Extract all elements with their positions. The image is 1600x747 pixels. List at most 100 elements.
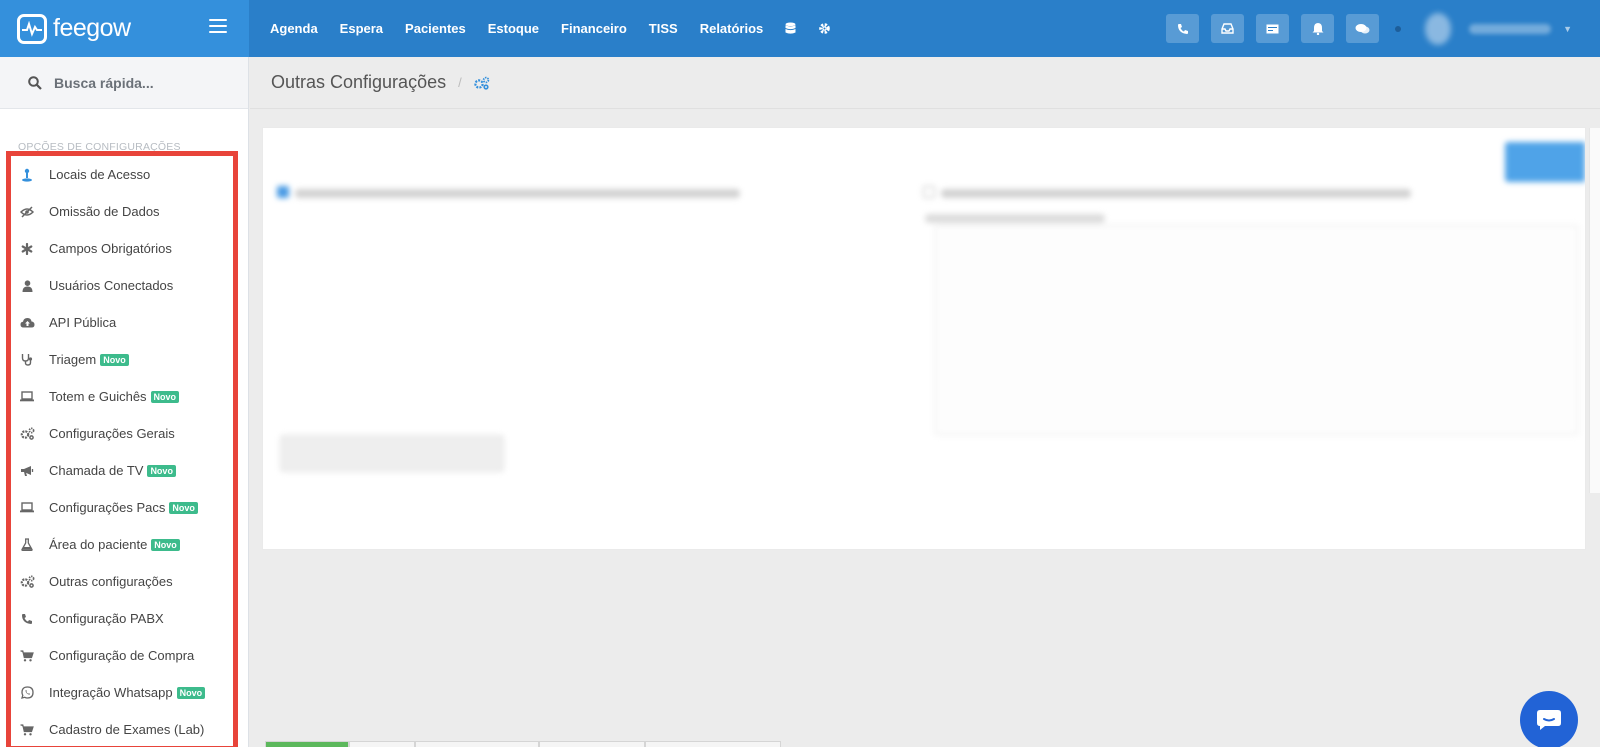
sidebar-item-triagem[interactable]: Triagem Novo: [11, 341, 233, 378]
sidebar-item-label: Configuração de Compra: [49, 648, 195, 663]
sidebar-item-cadastro-de-exames-lab[interactable]: Cadastro de Exames (Lab): [11, 711, 233, 747]
nav-item-agenda[interactable]: Agenda: [270, 21, 318, 36]
option-label-right: [941, 189, 1411, 198]
sidebar-item-label: Outras configurações: [49, 574, 173, 589]
notifications-button[interactable]: [1301, 14, 1335, 43]
sidebar-item-locais-de-acesso[interactable]: Locais de Acesso: [11, 156, 233, 193]
sidebar: OPÇÕES DE CONFIGURAÇÕES Locais de Acesso…: [0, 57, 249, 747]
bottom-tab[interactable]: [349, 741, 415, 747]
sidebar-item-label: Configurações Gerais: [49, 426, 175, 441]
database-icon[interactable]: [785, 22, 796, 35]
nav-item-relatorios[interactable]: Relatórios: [700, 21, 764, 36]
nav-item-financeiro[interactable]: Financeiro: [561, 21, 627, 36]
breadcrumb-separator: /: [458, 75, 462, 90]
sidebar-item-api-publica[interactable]: API Pública: [11, 304, 233, 341]
gear-icon[interactable]: [818, 22, 831, 35]
card-icon: [1266, 24, 1279, 33]
laptop-icon: [19, 501, 35, 515]
feegow-logo-icon[interactable]: [17, 13, 47, 44]
sidebar-item-omissao-de-dados[interactable]: Omissão de Dados: [11, 193, 233, 230]
panel-scrollbar[interactable]: [1589, 128, 1600, 493]
bottom-tab[interactable]: [539, 741, 645, 747]
option-label-left: [295, 189, 740, 198]
chat-icon: [1355, 23, 1370, 33]
bottom-tabs: [265, 741, 781, 747]
config-options-menu: Locais de Acesso Omissão de Dados Campos O…: [6, 151, 238, 747]
page-header: Outras Configurações /: [250, 57, 1600, 109]
sidebar-item-label: Chamada de TV: [49, 463, 144, 478]
sidebar-item-label: Omissão de Dados: [49, 204, 160, 219]
user-name-blurred[interactable]: [1469, 23, 1552, 34]
new-badge: Novo: [150, 390, 180, 403]
sidebar-item-label: Área do paciente: [49, 537, 148, 552]
chat-button[interactable]: [1346, 14, 1380, 43]
phone-icon: [19, 612, 35, 626]
main-nav: Agenda Espera Pacientes Estoque Financeiro TI…: [270, 21, 853, 36]
quick-search-input[interactable]: [54, 74, 224, 91]
brand-area: feegow: [0, 0, 249, 57]
avatar[interactable]: [1425, 12, 1452, 45]
nav-item-espera[interactable]: Espera: [340, 21, 383, 36]
bottom-tab[interactable]: [645, 741, 781, 747]
page-title: Outras Configurações: [271, 72, 447, 92]
new-badge: Novo: [147, 464, 176, 477]
eye-slash-icon: [19, 205, 35, 219]
online-status-dot: [1395, 25, 1402, 32]
chevron-down-icon[interactable]: ▼: [1563, 24, 1572, 34]
bell-icon: [1312, 23, 1324, 35]
sidebar-item-integracao-whatsapp[interactable]: Integração Whatsapp Novo: [11, 674, 233, 711]
cloud-upload-icon: [19, 316, 35, 330]
whatsapp-icon: [19, 686, 35, 700]
stethoscope-icon: [19, 353, 35, 367]
sidebar-item-label: Locais de Acesso: [49, 167, 151, 182]
card-button[interactable]: [1256, 14, 1290, 43]
sidebar-item-label: Configurações Pacs: [49, 500, 166, 515]
sidebar-item-configuracoes-gerais[interactable]: Configurações Gerais: [11, 415, 233, 452]
chat-bubble-icon: [1537, 710, 1561, 730]
nav-item-estoque[interactable]: Estoque: [488, 21, 539, 36]
ip-list-textarea[interactable]: [935, 225, 1578, 435]
sidebar-item-label: Usuários Conectados: [49, 278, 174, 293]
cart-icon: [19, 723, 35, 737]
sidebar-item-configuracoes-pacs[interactable]: Configurações Pacs Novo: [11, 489, 233, 526]
nav-item-pacientes[interactable]: Pacientes: [405, 21, 466, 36]
laptop-icon: [19, 390, 35, 404]
sidebar-item-label: Configuração PABX: [49, 611, 164, 626]
sidebar-item-usuarios-conectados[interactable]: Usuários Conectados: [11, 267, 233, 304]
cart-icon: [19, 649, 35, 663]
sidebar-item-label: Triagem: [49, 352, 97, 367]
sidebar-item-label: Cadastro de Exames (Lab): [49, 722, 205, 737]
settings-panel-blurred: [262, 127, 1586, 550]
user-icon: [19, 279, 35, 293]
sidebar-item-configuracao-pabx[interactable]: Configuração PABX: [11, 600, 233, 637]
bottom-tab[interactable]: [415, 741, 539, 747]
option-hint-right: [925, 214, 1105, 223]
phone-icon: [1177, 23, 1188, 34]
sidebar-item-outras-configuracoes[interactable]: Outras configurações: [11, 563, 233, 600]
nav-item-tiss[interactable]: TISS: [649, 21, 678, 36]
sidebar-item-label: Totem e Guichês: [49, 389, 147, 404]
sidebar-item-area-do-paciente[interactable]: Área do paciente Novo: [11, 526, 233, 563]
sidebar-item-chamada-de-tv[interactable]: Chamada de TV Novo: [11, 452, 233, 489]
sidebar-item-configuracao-de-compra[interactable]: Configuração de Compra: [11, 637, 233, 674]
sidebar-item-campos-obrigatorios[interactable]: Campos Obrigatórios: [11, 230, 233, 267]
inbox-button[interactable]: [1211, 14, 1245, 43]
option-checkbox-right[interactable]: [923, 186, 935, 198]
sidebar-item-totem-e-guiches[interactable]: Totem e Guichês Novo: [11, 378, 233, 415]
flask-icon: [19, 538, 35, 552]
inbox-icon: [1221, 23, 1234, 34]
brand-name[interactable]: feegow: [53, 14, 131, 43]
support-chat-button[interactable]: [1520, 691, 1578, 747]
hamburger-menu-icon[interactable]: [209, 19, 227, 33]
sidebar-item-label: Campos Obrigatórios: [49, 241, 172, 256]
new-badge: Novo: [169, 501, 198, 514]
main-content: Outras Configurações /: [250, 57, 1600, 747]
secondary-action-button[interactable]: [280, 435, 504, 472]
phone-button[interactable]: [1166, 14, 1200, 43]
save-button[interactable]: [1505, 142, 1585, 182]
option-checkbox-left[interactable]: [277, 186, 289, 198]
gears-icon: [19, 575, 35, 589]
bottom-tab[interactable]: [265, 741, 349, 747]
new-badge: Novo: [100, 353, 129, 366]
sidebar-item-label: Integração Whatsapp: [49, 685, 173, 700]
